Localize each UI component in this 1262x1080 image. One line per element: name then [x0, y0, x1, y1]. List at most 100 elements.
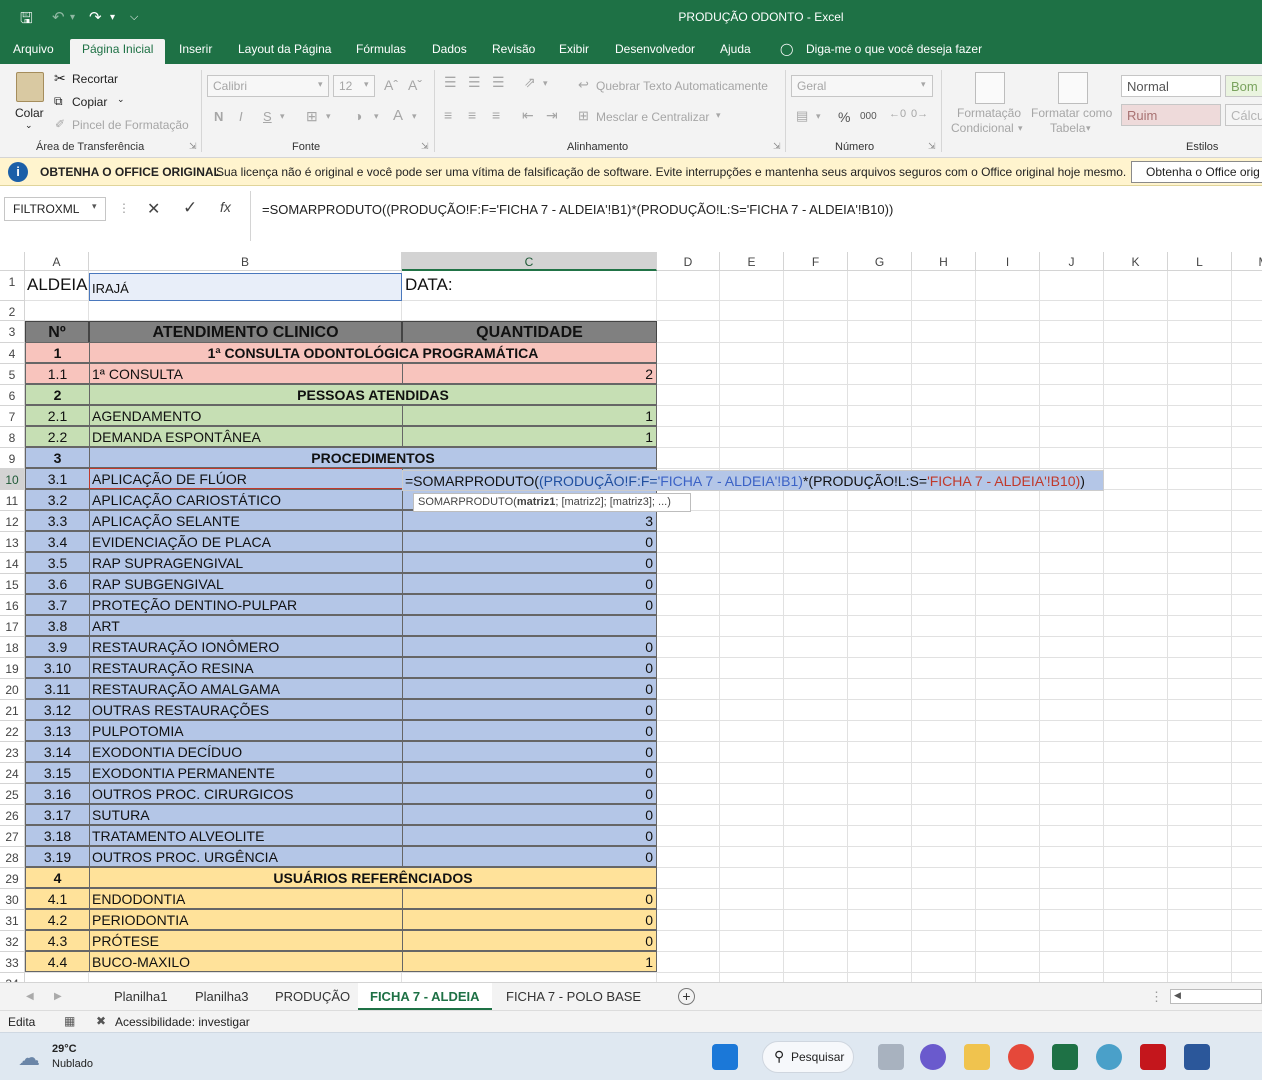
worksheet-grid[interactable]: ABCDEFGHIJKLM 12345678910111213141516171… — [0, 252, 1262, 982]
item-number[interactable]: 3.8 — [25, 615, 90, 636]
row-header[interactable]: 24 — [0, 763, 25, 784]
item-quantity[interactable]: 0 — [402, 636, 657, 657]
row-header[interactable]: 9 — [0, 448, 25, 469]
item-quantity[interactable]: 0 — [402, 657, 657, 678]
tell-me-search[interactable]: Diga-me o que você deseja fazer — [806, 42, 982, 56]
column-header-d[interactable]: D — [657, 252, 720, 271]
align-top-icon[interactable]: ☰ — [444, 74, 457, 91]
section-number[interactable]: 1 — [25, 342, 90, 363]
orientation-icon[interactable]: ⇗ — [524, 74, 536, 91]
section-title[interactable]: 1ª CONSULTA ODONTOLÓGICA PROGRAMÁTICA — [89, 342, 657, 363]
tab-arquivo[interactable]: Arquivo — [13, 42, 54, 56]
accessibility-status[interactable]: Acessibilidade: investigar — [115, 1015, 250, 1029]
increase-indent-icon[interactable]: ⇥ — [546, 107, 558, 124]
item-number[interactable]: 3.4 — [25, 531, 90, 552]
style-normal[interactable]: Normal — [1121, 75, 1221, 97]
item-quantity[interactable]: 0 — [402, 699, 657, 720]
enter-icon[interactable]: ✓ — [183, 198, 197, 218]
conditional-format-button[interactable]: Formatação — [957, 106, 1021, 120]
align-middle-icon[interactable]: ☰ — [468, 74, 481, 91]
row-header[interactable]: 29 — [0, 868, 25, 889]
borders-icon[interactable]: ⊞ — [306, 108, 318, 125]
row-header[interactable]: 19 — [0, 658, 25, 679]
tab-layout[interactable]: Layout da Página — [238, 42, 331, 56]
item-number[interactable]: 3.16 — [25, 783, 90, 804]
sheet-tab-ficha7-polo[interactable]: FICHA 7 - POLO BASE — [506, 989, 641, 1004]
cut-button[interactable]: Recortar — [72, 72, 118, 86]
row-header[interactable]: 10 — [0, 469, 25, 490]
thousands-button[interactable]: 000 — [860, 111, 877, 122]
row-header[interactable]: 2 — [0, 301, 25, 321]
item-quantity[interactable]: 1 — [402, 951, 657, 972]
item-quantity[interactable]: 0 — [402, 552, 657, 573]
item-label[interactable]: RAP SUBGENGIVAL — [89, 573, 403, 594]
excel-icon[interactable] — [1052, 1044, 1078, 1070]
item-label[interactable]: APLICAÇÃO DE FLÚOR — [89, 468, 403, 489]
row-header[interactable]: 34 — [0, 973, 25, 982]
row-header[interactable]: 16 — [0, 595, 25, 616]
alignment-launcher-icon[interactable]: ⇲ — [773, 141, 781, 152]
name-box[interactable]: FILTROXML — [4, 197, 106, 221]
item-quantity[interactable]: 0 — [402, 594, 657, 615]
align-bottom-icon[interactable]: ☰ — [492, 74, 505, 91]
align-center-icon[interactable]: ≡ — [468, 107, 476, 123]
item-label[interactable]: RAP SUPRAGENGIVAL — [89, 552, 403, 573]
item-quantity[interactable]: 0 — [402, 804, 657, 825]
number-launcher-icon[interactable]: ⇲ — [928, 141, 936, 152]
underline-button[interactable]: S — [263, 109, 272, 124]
prev-sheet-icon[interactable]: ◀ — [26, 991, 34, 1002]
item-number[interactable]: 3.19 — [25, 846, 90, 867]
item-number[interactable]: 3.3 — [25, 510, 90, 531]
add-sheet-icon[interactable]: + — [678, 988, 695, 1005]
sheet-tab-ficha7-aldeia[interactable]: FICHA 7 - ALDEIA — [358, 983, 492, 1010]
row-header[interactable]: 20 — [0, 679, 25, 700]
item-number[interactable]: 3.14 — [25, 741, 90, 762]
decrease-font-icon[interactable]: Aˇ — [408, 77, 422, 93]
item-quantity[interactable]: 0 — [402, 846, 657, 867]
word-icon[interactable] — [1184, 1044, 1210, 1070]
font-name-combo[interactable]: Calibri — [207, 75, 329, 97]
section-title[interactable]: USUÁRIOS REFERÊNCIADOS — [89, 867, 657, 888]
tab-desenvolvedor[interactable]: Desenvolvedor — [615, 42, 695, 56]
item-quantity[interactable] — [402, 615, 657, 636]
section-title[interactable]: PROCEDIMENTOS — [89, 447, 657, 468]
item-quantity[interactable]: 0 — [402, 888, 657, 909]
item-label[interactable]: 1ª CONSULTA — [89, 363, 403, 384]
item-quantity[interactable]: 0 — [402, 930, 657, 951]
function-tooltip[interactable]: SOMARPRODUTO(matriz1; [matriz2]; [matriz… — [413, 493, 691, 512]
row-header[interactable]: 23 — [0, 742, 25, 763]
column-header-f[interactable]: F — [784, 252, 848, 271]
item-quantity[interactable]: 0 — [402, 825, 657, 846]
item-number[interactable]: 3.13 — [25, 720, 90, 741]
row-header[interactable]: 15 — [0, 574, 25, 595]
row-header[interactable]: 11 — [0, 490, 25, 511]
column-header-h[interactable]: H — [912, 252, 976, 271]
style-bom[interactable]: Bom — [1225, 75, 1262, 97]
paste-icon[interactable] — [16, 72, 44, 102]
format-as-table-button[interactable]: Formatar como — [1031, 106, 1112, 120]
item-quantity[interactable]: 0 — [402, 741, 657, 762]
align-right-icon[interactable]: ≡ — [492, 107, 500, 123]
tab-ajuda[interactable]: Ajuda — [720, 42, 751, 56]
fill-color-icon[interactable]: ◑ — [354, 108, 362, 124]
item-quantity[interactable]: 0 — [402, 720, 657, 741]
column-header-e[interactable]: E — [720, 252, 784, 271]
item-quantity[interactable]: 1 — [402, 426, 657, 447]
tab-formulas[interactable]: Fórmulas — [356, 42, 406, 56]
macro-icon[interactable]: ▦ — [64, 1014, 75, 1028]
item-quantity[interactable]: 0 — [402, 762, 657, 783]
chrome-icon[interactable] — [1008, 1044, 1034, 1070]
item-label[interactable]: EVIDENCIAÇÃO DE PLACA — [89, 531, 403, 552]
item-label[interactable]: PERIODONTIA — [89, 909, 403, 930]
cancel-icon[interactable]: ✕ — [147, 199, 160, 219]
tab-pagina-inicial[interactable]: Página Inicial — [70, 39, 166, 64]
item-number[interactable]: 1.1 — [25, 363, 90, 384]
item-label[interactable]: PROTEÇÃO DENTINO-PULPAR — [89, 594, 403, 615]
row-header[interactable]: 3 — [0, 321, 25, 343]
file-explorer-icon[interactable] — [964, 1044, 990, 1070]
decrease-indent-icon[interactable]: ⇤ — [522, 107, 534, 124]
next-sheet-icon[interactable]: ▶ — [54, 991, 62, 1002]
item-number[interactable]: 4.1 — [25, 888, 90, 909]
section-number[interactable]: 3 — [25, 447, 90, 468]
wrap-text-button[interactable]: Quebrar Texto Automaticamente — [596, 79, 768, 93]
